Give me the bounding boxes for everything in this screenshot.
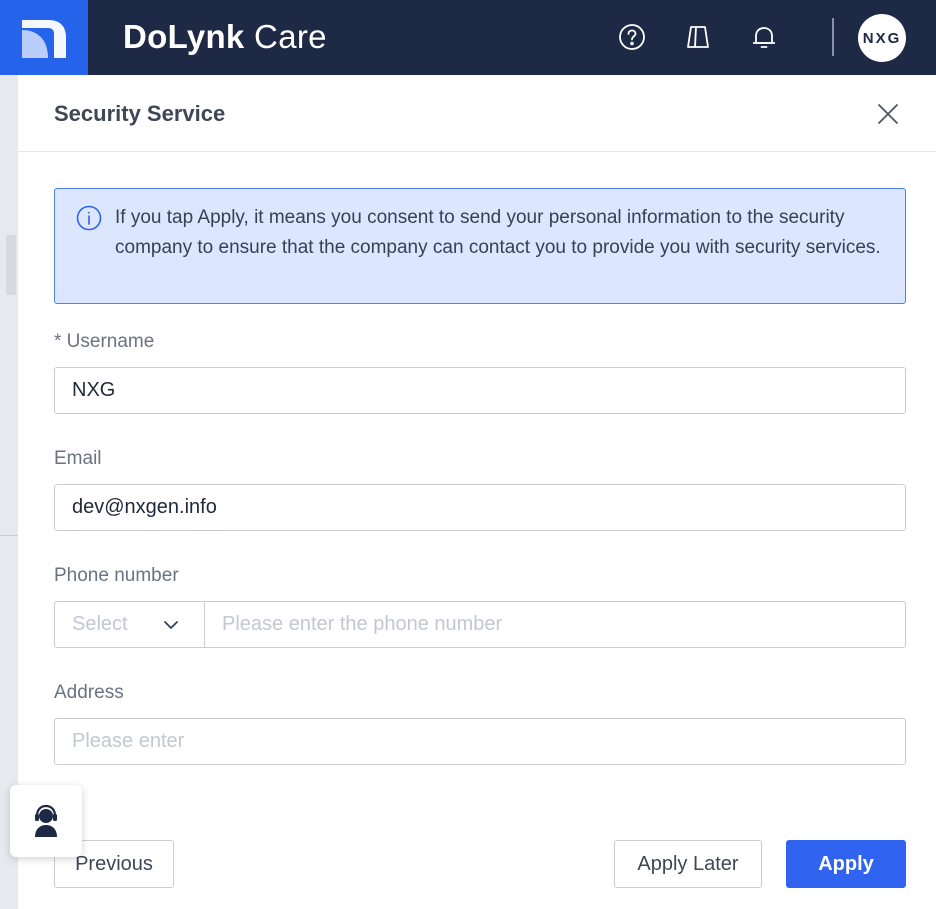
apply-later-button[interactable]: Apply Later [614, 840, 762, 888]
username-field [54, 367, 906, 414]
address-input[interactable] [55, 719, 905, 764]
notice-text: If you tap Apply, it means you consent t… [115, 207, 881, 258]
apply-button[interactable]: Apply [786, 840, 906, 888]
dialog-title: Security Service [54, 101, 226, 126]
logo-icon [22, 19, 66, 58]
security-service-dialog: Security Service If you tap Apply, it me… [18, 75, 936, 909]
support-agent-icon [35, 804, 57, 837]
phone-label: Phone number [54, 565, 179, 586]
country-code-placeholder: Select [72, 613, 128, 635]
background-page [0, 75, 18, 909]
username-input[interactable] [55, 368, 905, 413]
phone-input-wrap [205, 602, 905, 647]
door-icon[interactable] [683, 22, 713, 52]
header-divider [832, 18, 834, 56]
email-field [54, 484, 906, 531]
dialog-header: Security Service [18, 75, 936, 152]
chevron-down-icon [164, 621, 178, 629]
help-icon[interactable] [617, 22, 647, 52]
app-brand: DoLynk Care [123, 18, 327, 56]
address-label: Address [54, 682, 124, 703]
brand-bold: DoLynk [123, 18, 245, 55]
country-code-select[interactable]: Select [55, 602, 205, 647]
email-input[interactable] [55, 485, 905, 530]
bell-icon[interactable] [749, 22, 779, 52]
background-divider [0, 535, 18, 536]
avatar-text: NXG [862, 29, 902, 47]
avatar[interactable]: NXG [858, 14, 906, 62]
address-field [54, 718, 906, 765]
email-label: Email [54, 448, 102, 469]
close-icon [878, 104, 898, 124]
app-logo[interactable] [0, 0, 88, 75]
support-button[interactable] [10, 785, 82, 857]
phone-field: Select [54, 601, 906, 648]
consent-notice: If you tap Apply, it means you consent t… [54, 188, 906, 304]
phone-input[interactable] [205, 602, 905, 647]
username-label: * Username [54, 331, 155, 352]
close-button[interactable] [874, 100, 902, 128]
info-icon [76, 205, 102, 231]
brand-light: Care [244, 18, 327, 55]
background-element [6, 235, 16, 295]
top-bar: DoLynk Care NXG [0, 0, 936, 75]
